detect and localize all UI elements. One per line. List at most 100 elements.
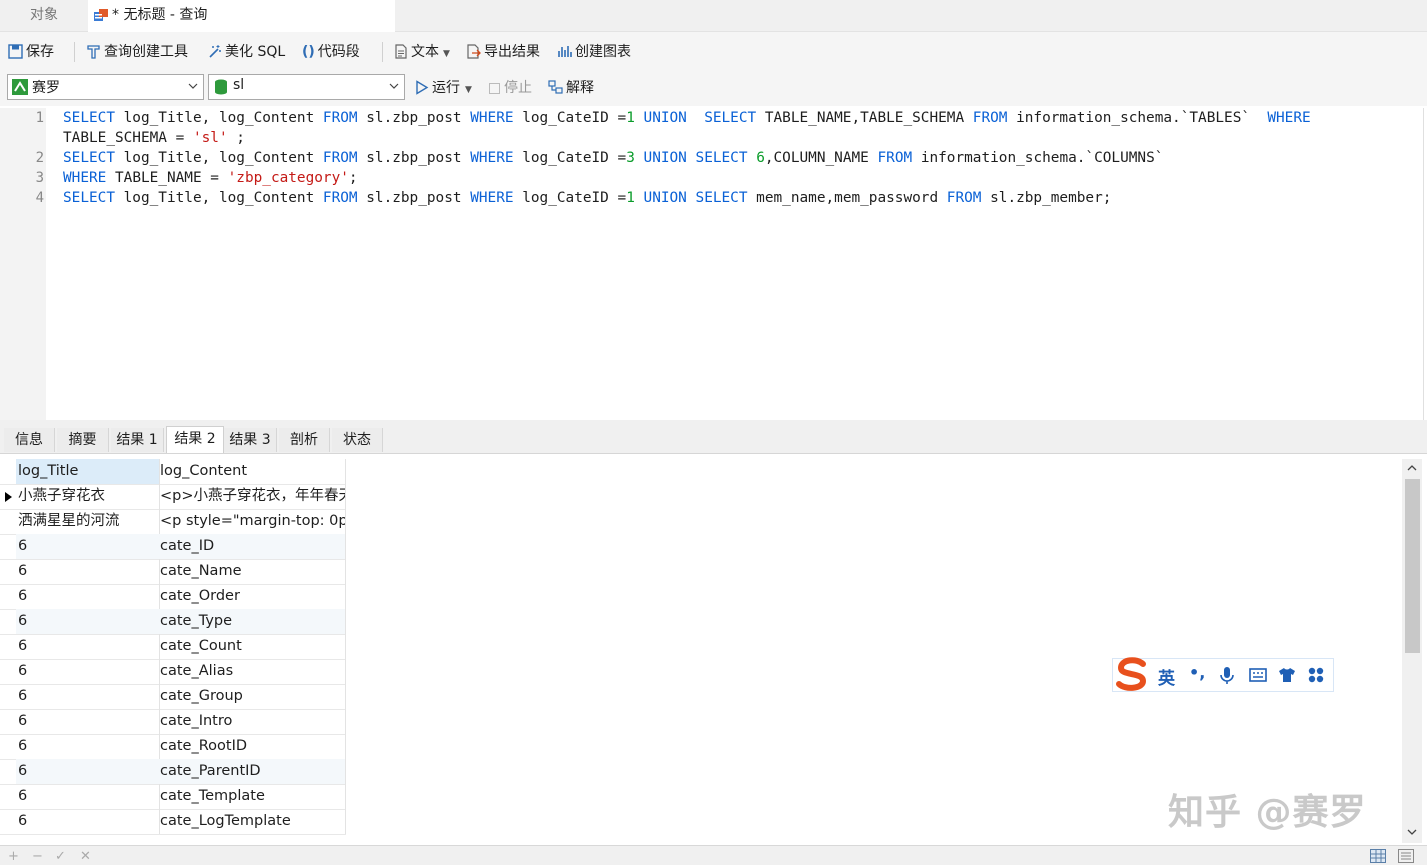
table-cell[interactable]: cate_Type	[158, 609, 346, 634]
tab-objects[interactable]: 对象	[0, 0, 88, 31]
chevron-down-icon[interactable]	[1406, 827, 1418, 837]
table-row[interactable]: 6 cate_Group	[0, 684, 346, 710]
table-row[interactable]: 6 cate_Order	[0, 584, 346, 610]
table-cell[interactable]: cate_Count	[158, 634, 346, 659]
form-view-icon[interactable]	[1398, 849, 1414, 863]
delete-record-button[interactable]: −	[32, 849, 43, 864]
query-icon	[94, 9, 108, 21]
export-results-button[interactable]: 导出结果	[466, 42, 540, 62]
save-button[interactable]: 保存	[8, 42, 54, 62]
tab-result-3[interactable]: 结果 3	[224, 428, 277, 452]
table-row[interactable]: 6 cate_Template	[0, 784, 346, 810]
table-cell[interactable]: 6	[16, 534, 160, 559]
table-row[interactable]: 6 cate_ID	[0, 534, 346, 560]
table-row[interactable]: 6 cate_Count	[0, 634, 346, 660]
tab-info[interactable]: 信息	[4, 428, 55, 452]
tab-status[interactable]: 状态	[332, 428, 383, 452]
tab-result-1[interactable]: 结果 1	[111, 428, 164, 452]
query-toolbar: 保存 查询创建工具 美化 SQL () 代码段 文本 ▼ 导出结果 创建图表	[0, 32, 1427, 72]
punctuation-icon[interactable]: •,	[1189, 663, 1205, 682]
table-cell[interactable]: cate_Alias	[158, 659, 346, 684]
table-cell[interactable]: 6	[16, 584, 160, 609]
table-row[interactable]: 6 cate_Type	[0, 609, 346, 635]
run-label: 运行	[432, 80, 460, 96]
table-cell[interactable]: cate_Group	[158, 684, 346, 709]
table-cell[interactable]: cate_Template	[158, 784, 346, 809]
table-row[interactable]: 6 cate_Name	[0, 559, 346, 585]
table-row[interactable]: 6 cate_Alias	[0, 659, 346, 685]
scrollbar-thumb[interactable]	[1405, 479, 1420, 653]
connection-icon	[12, 79, 28, 95]
code-line: SELECT log_Title, log_Content FROM sl.zb…	[63, 110, 1311, 126]
code-snippet-button[interactable]: () 代码段	[302, 42, 360, 62]
table-cell[interactable]: 6	[16, 684, 160, 709]
create-chart-button[interactable]: 创建图表	[557, 42, 631, 62]
table-cell[interactable]: cate_RootID	[158, 734, 346, 759]
explain-icon	[548, 80, 563, 94]
magic-wand-icon	[209, 45, 221, 58]
table-cell[interactable]: cate_Intro	[158, 709, 346, 734]
tab-result-2[interactable]: 结果 2	[166, 426, 224, 453]
microphone-icon[interactable]	[1220, 667, 1234, 685]
table-cell[interactable]: 6	[16, 609, 160, 634]
sogou-logo-icon	[1116, 657, 1147, 691]
table-cell[interactable]: cate_ParentID	[158, 759, 346, 784]
apply-changes-button[interactable]: ✓	[55, 849, 66, 864]
column-header[interactable]: log_Content	[158, 459, 346, 484]
sql-editor[interactable]: 1 2 3 4 SELECT log_Title, log_Content FR…	[0, 108, 1424, 420]
code-snippet-label: 代码段	[317, 44, 360, 60]
explain-button[interactable]: 解释	[548, 78, 594, 98]
input-mode-indicator[interactable]: 英	[1158, 664, 1175, 689]
table-cell[interactable]: cate_Order	[158, 584, 346, 609]
tab-query-label: * 无标题 - 查询	[112, 7, 208, 23]
grid-view-icon[interactable]	[1370, 849, 1386, 863]
table-cell[interactable]: cate_ID	[158, 534, 346, 559]
table-cell[interactable]: 6	[16, 734, 160, 759]
line-number: 1	[35, 110, 44, 126]
table-cell[interactable]: 6	[16, 559, 160, 584]
table-cell[interactable]: <p>小燕子穿花衣，年年春天	[158, 484, 346, 509]
database-select[interactable]: sl	[208, 74, 405, 100]
ime-toolbar[interactable]: 英 •,	[1112, 657, 1334, 692]
tab-query[interactable]: * 无标题 - 查询	[88, 0, 395, 32]
table-cell[interactable]: 小燕子穿花衣	[16, 484, 160, 509]
connection-bar: 赛罗 sl 运行 ▼ 停止 解释	[0, 72, 1427, 106]
query-builder-button[interactable]: 查询创建工具	[86, 42, 188, 62]
table-row[interactable]: 洒满星星的河流 <p style="margin-top: 0px	[0, 509, 346, 535]
table-cell[interactable]: cate_Name	[158, 559, 346, 584]
database-icon	[215, 79, 227, 95]
table-cell[interactable]: 6	[16, 659, 160, 684]
grid-vertical-scrollbar[interactable]	[1402, 459, 1422, 843]
table-cell[interactable]: 6	[16, 709, 160, 734]
table-cell[interactable]: <p style="margin-top: 0px	[158, 509, 346, 534]
table-cell[interactable]: 6	[16, 809, 160, 834]
discard-changes-button[interactable]: ✕	[80, 849, 91, 864]
table-row[interactable]: 6 cate_LogTemplate	[0, 809, 346, 835]
query-builder-icon	[87, 45, 100, 59]
table-cell[interactable]: cate_LogTemplate	[158, 809, 346, 834]
table-row[interactable]: 小燕子穿花衣 <p>小燕子穿花衣，年年春天	[0, 484, 346, 510]
connection-select[interactable]: 赛罗	[7, 74, 204, 100]
run-button[interactable]: 运行 ▼	[415, 78, 472, 98]
table-row[interactable]: 6 cate_Intro	[0, 709, 346, 735]
beautify-sql-button[interactable]: 美化 SQL	[207, 42, 285, 62]
toolbox-icon[interactable]	[1308, 667, 1324, 683]
text-format-button[interactable]: 文本 ▼	[394, 42, 450, 62]
table-cell[interactable]: 洒满星星的河流	[16, 509, 160, 534]
grid-status-bar: + − ✓ ✕	[0, 845, 1427, 865]
tab-summary[interactable]: 摘要	[57, 428, 109, 452]
tab-profile[interactable]: 剖析	[279, 428, 330, 452]
create-chart-label: 创建图表	[575, 44, 631, 60]
table-row[interactable]: 6 cate_ParentID	[0, 759, 346, 785]
skin-shirt-icon[interactable]	[1278, 667, 1296, 683]
table-row[interactable]: 6 cate_RootID	[0, 734, 346, 760]
column-header[interactable]: log_Title	[16, 459, 160, 484]
add-record-button[interactable]: +	[8, 849, 19, 864]
chevron-up-icon[interactable]	[1406, 463, 1418, 473]
table-cell[interactable]: 6	[16, 634, 160, 659]
stop-button[interactable]: 停止	[488, 78, 532, 98]
table-cell[interactable]: 6	[16, 784, 160, 809]
keyboard-icon[interactable]	[1249, 667, 1267, 683]
export-icon	[467, 44, 481, 59]
table-cell[interactable]: 6	[16, 759, 160, 784]
